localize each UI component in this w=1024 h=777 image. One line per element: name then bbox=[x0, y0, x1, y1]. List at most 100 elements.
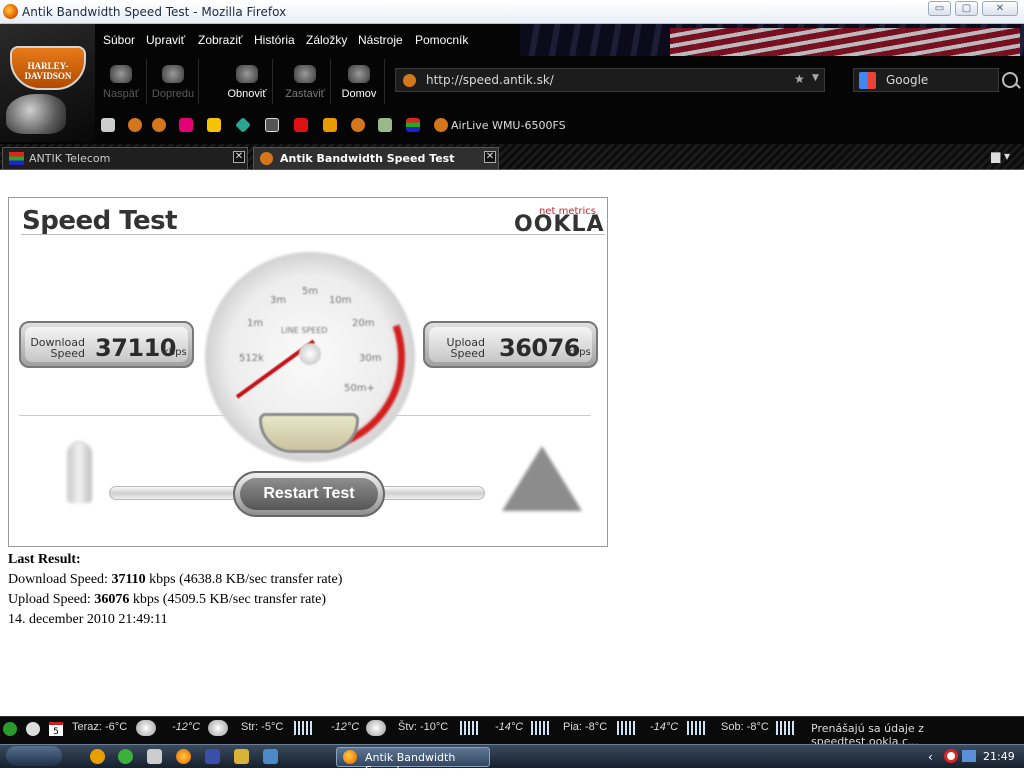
maximize-button[interactable]: ▢ bbox=[955, 1, 978, 16]
icicle-icon bbox=[617, 721, 635, 735]
bookmark-edu-icon[interactable] bbox=[378, 118, 392, 132]
quicklaunch-window-icon[interactable] bbox=[263, 749, 278, 764]
reload-button[interactable]: Obnoviť bbox=[222, 59, 273, 104]
tab-favicon bbox=[9, 152, 24, 165]
gauge-tick: 30m bbox=[359, 353, 382, 364]
close-tab-icon[interactable]: ✕ bbox=[233, 151, 245, 163]
restart-test-button[interactable]: Restart Test bbox=[233, 471, 385, 517]
bookmark-airlive-icon[interactable] bbox=[434, 118, 448, 132]
icicle-icon bbox=[531, 721, 549, 735]
taskbar-firefox-window[interactable]: Antik Bandwidth Speed... bbox=[336, 747, 490, 777]
minimize-button[interactable]: ▭ bbox=[928, 1, 951, 16]
result-timestamp: 14. december 2010 21:49:11 bbox=[8, 612, 168, 627]
menu-bookmarks[interactable]: Záložky bbox=[306, 33, 347, 47]
motorcycle-image bbox=[6, 94, 66, 134]
cloud-icon bbox=[136, 720, 156, 736]
bookmark-computer-icon[interactable] bbox=[101, 118, 115, 132]
close-tab-icon[interactable]: ✕ bbox=[484, 151, 496, 163]
snow-cloud-icon bbox=[366, 720, 386, 736]
tab-speed-test[interactable]: Antik Bandwidth Speed Test ✕ bbox=[253, 147, 499, 169]
weather-low[interactable]: -14°C bbox=[495, 721, 523, 733]
bookmark-yellow-icon[interactable] bbox=[207, 118, 221, 132]
bookmark-red-icon[interactable] bbox=[294, 118, 308, 132]
tab-list-icon[interactable]: ▆ ▾ bbox=[991, 149, 1010, 163]
server-pyramid-icon bbox=[502, 446, 582, 511]
bookmark-stripes-icon[interactable] bbox=[406, 118, 420, 132]
close-window-button[interactable]: ✕ bbox=[982, 1, 1018, 16]
bookmark-chart-icon[interactable] bbox=[265, 118, 279, 132]
back-arrow-icon bbox=[110, 65, 132, 83]
quicklaunch-save-icon[interactable] bbox=[205, 749, 220, 764]
menu-help[interactable]: Pomocník bbox=[415, 33, 468, 47]
tray-expand-icon[interactable]: ‹ bbox=[928, 750, 933, 764]
speedtest-widget: Speed Test net metrics OOKLA 512k 1m 3m … bbox=[8, 197, 608, 547]
tab-favicon bbox=[260, 152, 273, 165]
weather-now[interactable]: Teraz: -6°C bbox=[72, 721, 127, 733]
weather-low[interactable]: -12°C bbox=[172, 721, 200, 733]
theme-logo: HARLEY-DAVIDSON bbox=[0, 24, 95, 142]
menu-file[interactable]: Súbor bbox=[103, 33, 135, 47]
menu-view[interactable]: Zobraziť bbox=[198, 33, 243, 47]
search-engine-label[interactable]: Google bbox=[886, 73, 928, 87]
reload-icon bbox=[236, 65, 258, 83]
tab-antik-telecom[interactable]: ANTIK Telecom ✕ bbox=[2, 147, 248, 169]
back-button[interactable]: Naspäť bbox=[96, 59, 147, 104]
quicklaunch-tool-icon[interactable] bbox=[234, 749, 249, 764]
quicklaunch-info-icon[interactable] bbox=[90, 749, 105, 764]
tray-network-icon[interactable] bbox=[962, 750, 976, 762]
forward-button[interactable]: Dopredu bbox=[148, 59, 199, 104]
weather-thu[interactable]: Štv: -10°C bbox=[398, 721, 448, 733]
download-speed-box: Download Speed 37110 kbps bbox=[19, 321, 194, 368]
tray-opera-icon[interactable] bbox=[944, 749, 958, 763]
bookmark-telekom-icon[interactable] bbox=[179, 118, 193, 132]
menu-edit[interactable]: Upraviť bbox=[146, 33, 185, 47]
download-unit: kbps bbox=[163, 347, 187, 358]
user-figure-body bbox=[67, 443, 92, 503]
gauge-tick: 3m bbox=[270, 295, 287, 306]
last-result: Last Result: Download Speed: 37110 kbps … bbox=[8, 550, 342, 630]
stop-button[interactable]: Zastaviť bbox=[280, 59, 331, 104]
gauge-tick: 10m bbox=[329, 295, 352, 306]
gauge-tick: 5m bbox=[302, 286, 319, 297]
clock-icon[interactable] bbox=[26, 722, 40, 736]
weather-fri[interactable]: Pia: -8°C bbox=[563, 721, 607, 733]
start-button[interactable] bbox=[6, 746, 62, 766]
upload-label: Upload Speed bbox=[446, 336, 485, 360]
quicklaunch-doc-icon[interactable] bbox=[147, 749, 162, 764]
home-button[interactable]: Domov bbox=[334, 59, 385, 104]
quicklaunch-green-icon[interactable] bbox=[118, 749, 133, 764]
window-title-bar[interactable]: Antik Bandwidth Speed Test - Mozilla Fir… bbox=[0, 0, 1024, 24]
menu-history[interactable]: História bbox=[254, 33, 295, 47]
bookmark-antik3-icon[interactable] bbox=[351, 118, 365, 132]
menu-tools[interactable]: Nástroje bbox=[358, 33, 403, 47]
bookmark-m-icon[interactable] bbox=[323, 118, 337, 132]
forward-arrow-icon bbox=[162, 65, 184, 83]
result-heading: Last Result: bbox=[8, 552, 81, 567]
upload-unit: kbps bbox=[567, 347, 591, 358]
google-icon[interactable] bbox=[859, 72, 876, 89]
firefox-icon bbox=[3, 4, 18, 19]
bookmark-star-icon[interactable]: ★ bbox=[794, 72, 805, 86]
theme-flag-graphic bbox=[520, 24, 1024, 56]
download-label: Download Speed bbox=[30, 336, 85, 360]
calendar-icon[interactable]: 5 bbox=[49, 722, 63, 737]
url-bar[interactable]: http://speed.antik.sk/ ★ ▼ bbox=[395, 68, 825, 92]
weather-low[interactable]: -14°C bbox=[650, 721, 678, 733]
search-bar[interactable]: Google bbox=[853, 68, 999, 92]
bookmark-antik-icon[interactable] bbox=[128, 118, 142, 132]
harley-shield-logo: HARLEY-DAVIDSON bbox=[10, 46, 86, 90]
gauge-tick: 20m bbox=[352, 318, 375, 329]
search-icon[interactable] bbox=[1002, 72, 1018, 88]
stop-skull-icon bbox=[294, 65, 316, 83]
icicle-icon bbox=[776, 721, 794, 735]
weather-low[interactable]: -12°C bbox=[331, 721, 359, 733]
bookmark-airlive-label[interactable]: AirLive WMU-6500FS bbox=[451, 119, 566, 132]
url-text[interactable]: http://speed.antik.sk/ bbox=[426, 73, 554, 87]
weather-sat[interactable]: Sob: -8°C bbox=[721, 721, 769, 733]
url-dropdown-icon[interactable]: ▼ bbox=[812, 73, 819, 83]
quicklaunch-firefox-icon[interactable] bbox=[176, 749, 191, 764]
addon-green-icon[interactable] bbox=[3, 722, 17, 736]
taskbar-clock[interactable]: 21:49 bbox=[983, 750, 1015, 763]
bookmark-antik2-icon[interactable] bbox=[152, 118, 166, 132]
weather-wed[interactable]: Str: -5°C bbox=[241, 721, 283, 733]
